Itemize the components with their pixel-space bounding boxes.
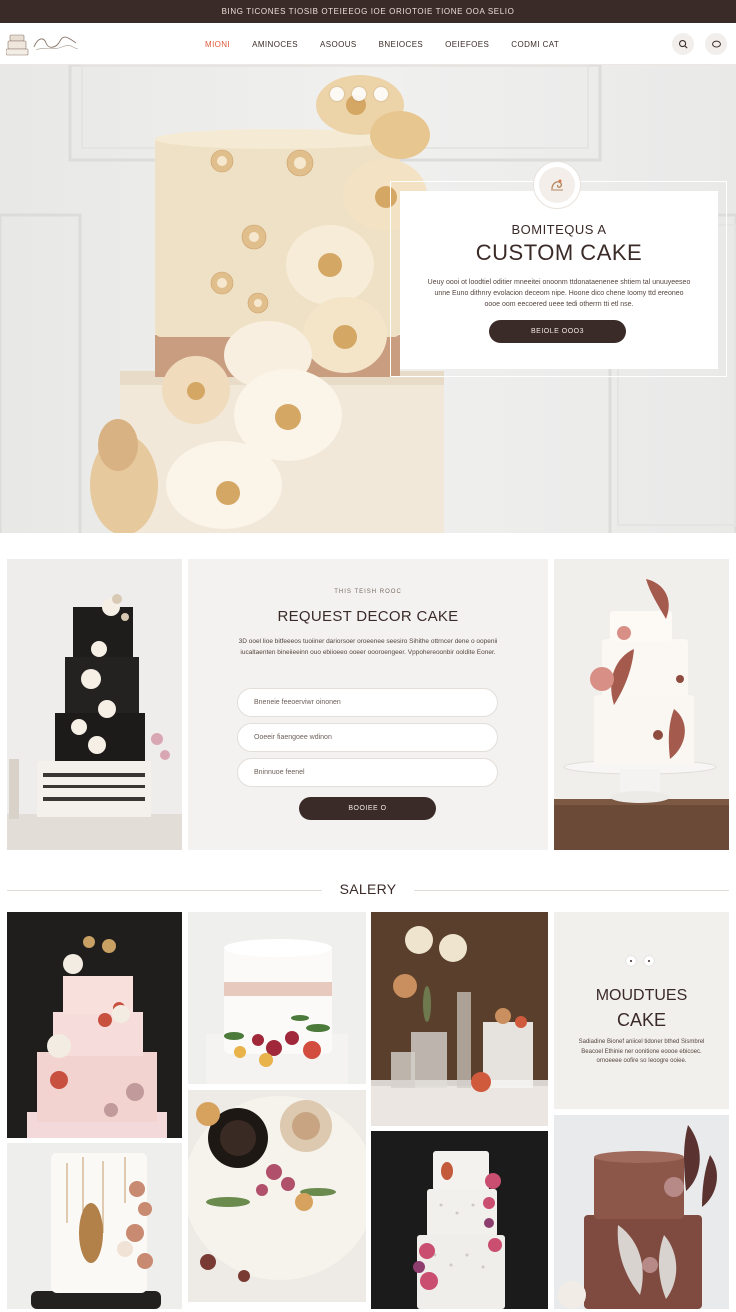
- request-submit-button[interactable]: BOOIEE O: [299, 797, 436, 820]
- gallery-image-copper-cake[interactable]: [554, 1115, 729, 1309]
- carousel-dot-2[interactable]: [352, 87, 366, 101]
- promo-title-line-1: MOUDTUES: [595, 987, 688, 1004]
- gallery-image-fig-cake[interactable]: [188, 1090, 366, 1302]
- gallery-image-dotted-cake[interactable]: [371, 1131, 548, 1309]
- nav-item-3[interactable]: ASOOUS: [320, 40, 357, 49]
- request-cake-panel: THIS TEISH ROOC REQUEST DECOR CAKE 3D oo…: [188, 559, 548, 850]
- gallery-image-white-cake[interactable]: [7, 1143, 182, 1309]
- hero-title: CUSTOM CAKE: [475, 240, 643, 265]
- request-description: 3D ooel lioe bitfeeeos tuoiiner dariorso…: [238, 638, 498, 656]
- carousel-dot-3[interactable]: [374, 87, 388, 101]
- gallery-image-glass-vases[interactable]: [371, 912, 548, 1126]
- request-field-2[interactable]: Ooeeir fiaengoee wdinon: [237, 723, 498, 752]
- request-field-1[interactable]: Bneneie feeoerviwr oinonen: [237, 688, 498, 717]
- site-header: MIONI AMINOCES ASOOUS BNEIOCES OEIEFOES …: [0, 23, 736, 65]
- nav-item-5[interactable]: OEIEFOES: [445, 40, 489, 49]
- nav-item-2[interactable]: AMINOCES: [252, 40, 298, 49]
- hero-eyebrow: BOMITEQUS A: [511, 222, 607, 237]
- request-eyebrow: THIS TEISH ROOC: [334, 589, 402, 595]
- promo-title: MOUDTUES CAKE: [554, 984, 729, 1032]
- hero-card: BOMITEQUS A CUSTOM CAKE Ueuy oooi ot loo…: [400, 191, 718, 369]
- search-button[interactable]: [672, 33, 694, 55]
- search-icon: [678, 39, 688, 49]
- hero-description: Ueuy oooi ot loodtiel oditier mneeitei o…: [427, 279, 691, 308]
- promo-title-line-2: CAKE: [616, 1010, 667, 1030]
- main-nav: MIONI AMINOCES ASOOUS BNEIOCES OEIEFOES …: [205, 23, 559, 65]
- nav-item-4[interactable]: BNEIOCES: [379, 40, 424, 49]
- gallery-image-pink-tiers[interactable]: [7, 912, 182, 1138]
- carousel-dot-1[interactable]: [330, 87, 344, 101]
- hero-badge: [533, 161, 581, 209]
- request-title: REQUEST DECOR CAKE: [277, 608, 459, 625]
- leaf-cake-image: [554, 559, 729, 850]
- promo-description: Sadiadine Bionef aniicel tidoner bthed S…: [578, 1039, 705, 1064]
- announcement-bar: BING TICONES TIOSIB OTEIEEOG IOE ORIOTOI…: [0, 0, 736, 23]
- promo-dot-1[interactable]: [626, 956, 636, 966]
- promo-card: MOUDTUES CAKE Sadiadine Bionef aniicel t…: [554, 912, 729, 1109]
- promo-dots: [626, 956, 654, 966]
- hero-cta-button[interactable]: BEIOLE OOO3: [489, 320, 626, 343]
- nav-item-contact[interactable]: CODMI CAT: [511, 40, 559, 49]
- announcement-text: BING TICONES TIOSIB OTEIEEOG IOE ORIOTOI…: [221, 7, 515, 16]
- gallery-image-berry-cake[interactable]: [188, 912, 366, 1084]
- nav-item-home[interactable]: MIONI: [205, 40, 230, 49]
- cake-emblem-icon: [551, 179, 563, 191]
- chat-icon: [711, 40, 721, 47]
- request-field-3[interactable]: Bninnuoe feenel: [237, 758, 498, 787]
- carousel-dots: [330, 87, 388, 101]
- gallery-title: SALERY: [339, 881, 397, 897]
- promo-dot-2[interactable]: [644, 956, 654, 966]
- black-cake-image: [7, 559, 182, 850]
- brand-logo[interactable]: [5, 29, 82, 59]
- chat-button[interactable]: [705, 33, 727, 55]
